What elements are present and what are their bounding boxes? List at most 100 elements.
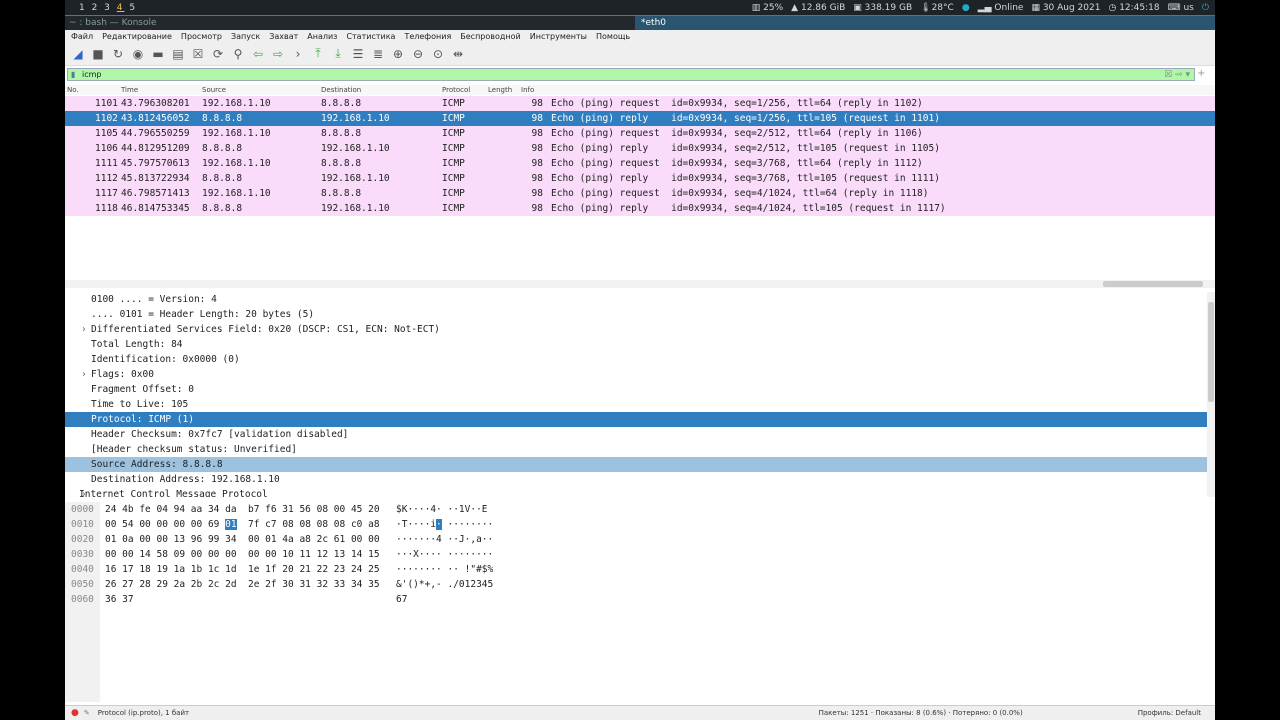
- detail-line[interactable]: Source Address: 8.8.8.8: [65, 457, 1207, 472]
- hex-ascii-rest: ········: [441, 519, 494, 530]
- restart-icon[interactable]: ↻: [111, 47, 125, 61]
- menu-item[interactable]: Просмотр: [181, 32, 222, 41]
- details-scrollbar[interactable]: [1207, 292, 1215, 497]
- add-filter-button[interactable]: +: [1197, 68, 1205, 79]
- column-header[interactable]: Protocol: [442, 86, 470, 94]
- hex-bytes[interactable]: 24 4b fe 04 94 aa 34 da b7 f6 31 56 08 0…: [105, 502, 380, 517]
- zoom-normal-icon[interactable]: ⊙: [431, 47, 445, 61]
- menu-item[interactable]: Редактирование: [102, 32, 172, 41]
- detail-line[interactable]: [Header checksum status: Unverified]: [65, 442, 1207, 457]
- expert-info-icon[interactable]: ●: [71, 708, 79, 718]
- network-indicator[interactable]: ▂▄ Online: [978, 3, 1024, 13]
- detail-line[interactable]: Protocol: ICMP (1): [65, 412, 1207, 427]
- detail-line[interactable]: Header Checksum: 0x7fc7 [validation disa…: [65, 427, 1207, 442]
- column-header[interactable]: No.: [67, 86, 79, 94]
- detail-line[interactable]: Time to Live: 105: [65, 397, 1207, 412]
- filter-text[interactable]: icmp: [82, 70, 102, 79]
- detail-line[interactable]: Total Length: 84: [65, 337, 1207, 352]
- zoom-out-icon[interactable]: ⊖: [411, 47, 425, 61]
- comment-icon[interactable]: ✎: [84, 709, 90, 717]
- column-header[interactable]: Info: [521, 86, 534, 94]
- packet-cell: 43.796308201: [121, 98, 190, 109]
- horizontal-scrollbar[interactable]: [65, 280, 1215, 288]
- palette-icon[interactable]: ●: [962, 3, 970, 13]
- packet-row[interactable]: 1101 43.796308201 192.168.1.10 8.8.8.8 ICMP 9…: [65, 96, 1215, 111]
- hex-bytes[interactable]: 16 17 18 19 1a 1b 1c 1d 1e 1f 20 21 22 2…: [105, 562, 380, 577]
- detail-line[interactable]: Identification: 0x0000 (0): [65, 352, 1207, 367]
- column-header[interactable]: Length: [488, 86, 512, 94]
- hex-bytes[interactable]: 36 37: [105, 592, 134, 607]
- packet-cell: 8.8.8.8: [321, 158, 362, 169]
- hex-ascii[interactable]: 67: [396, 592, 407, 607]
- close-file-icon[interactable]: ☒: [191, 47, 205, 61]
- packet-list-header: No. Time Source Destination Protocol Length In…: [65, 85, 1215, 95]
- packet-row[interactable]: 1118 46.814753345 8.8.8.8 192.168.1.10 ICMP 9…: [65, 201, 1215, 216]
- search-icon[interactable]: ⚲: [231, 47, 245, 61]
- hex-ascii[interactable]: ·T····i· ········: [396, 517, 493, 532]
- hex-ascii[interactable]: $K····4· ··1V··E: [396, 502, 493, 517]
- open-folder-icon[interactable]: ▬: [151, 47, 165, 61]
- menu-item[interactable]: Статистика: [346, 32, 395, 41]
- hex-bytes[interactable]: 00 00 14 58 09 00 00 00 00 00 10 11 12 1…: [105, 547, 380, 562]
- power-icon[interactable]: ⏻: [1202, 3, 1209, 13]
- last-packet-icon[interactable]: ⤓: [331, 46, 345, 61]
- display-filter-input[interactable]: ▮ icmp ☒ ⇨ ▾: [67, 68, 1195, 81]
- reload-icon[interactable]: ⟳: [211, 47, 225, 61]
- column-header[interactable]: Time: [121, 86, 138, 94]
- menu-item[interactable]: Помощь: [596, 32, 630, 41]
- zoom-in-icon[interactable]: ⊕: [391, 47, 405, 61]
- packet-row[interactable]: 1111 45.797570613 192.168.1.10 8.8.8.8 ICMP 9…: [65, 156, 1215, 171]
- packet-row[interactable]: 1105 44.796550259 192.168.1.10 8.8.8.8 ICMP 9…: [65, 126, 1215, 141]
- wireshark-title[interactable]: *eth0: [635, 16, 1215, 30]
- date-indicator: ▦ 30 Aug 2021: [1031, 2, 1101, 13]
- hex-bytes[interactable]: 00 54 00 00 00 00 69 01 7f c7 08 08 08 0…: [105, 517, 380, 532]
- hex-bytes[interactable]: 26 27 28 29 2a 2b 2c 2d 2e 2f 30 31 32 3…: [105, 577, 380, 592]
- packet-cell: 46.814753345: [121, 203, 190, 214]
- back-arrow-icon[interactable]: ⇦: [251, 47, 265, 61]
- resize-columns-icon[interactable]: ⇹: [451, 47, 465, 61]
- detail-line[interactable]: Destination Address: 192.168.1.10: [65, 472, 1207, 487]
- shark-fin-start-icon[interactable]: ◢: [71, 47, 85, 61]
- konsole-taskbar-item[interactable]: ~ : bash — Konsole: [65, 16, 635, 30]
- hex-ascii[interactable]: ···X···· ········: [396, 547, 493, 562]
- packet-cell: Echo (ping) reply id=0x9934, seq=2/512, …: [551, 143, 940, 154]
- hex-ascii[interactable]: ·······4 ··J·,a··: [396, 532, 493, 547]
- menu-item[interactable]: Анализ: [307, 32, 337, 41]
- colorize-icon[interactable]: ≣: [371, 47, 385, 61]
- detail-line[interactable]: 0100 .... = Version: 4: [65, 292, 1207, 307]
- stop-icon[interactable]: ■: [91, 47, 105, 61]
- detail-line[interactable]: Flags: 0x00: [65, 367, 1207, 382]
- menu-item[interactable]: Телефония: [404, 32, 451, 41]
- menu-item[interactable]: Беспроводной: [460, 32, 520, 41]
- column-header[interactable]: Destination: [321, 86, 361, 94]
- hex-ascii[interactable]: &'()*+,- ./012345: [396, 577, 493, 592]
- menu-item[interactable]: Запуск: [231, 32, 260, 41]
- packet-row[interactable]: 1112 45.813722934 8.8.8.8 192.168.1.10 ICMP 9…: [65, 171, 1215, 186]
- autoscroll-icon[interactable]: ☰: [351, 47, 365, 61]
- packet-row[interactable]: 1117 46.798571413 192.168.1.10 8.8.8.8 ICMP 9…: [65, 186, 1215, 201]
- status-profile[interactable]: Профиль: Default: [1138, 709, 1201, 717]
- hex-ascii[interactable]: ········ ·· !"#$%: [396, 562, 493, 577]
- save-file-icon[interactable]: ▤: [171, 47, 185, 61]
- go-to-packet-icon[interactable]: ›: [291, 47, 305, 61]
- workspace-switcher[interactable]: 1 2 3 4 5: [79, 3, 137, 13]
- keyboard-layout[interactable]: ⌨ us: [1168, 3, 1194, 13]
- menu-item[interactable]: Файл: [71, 32, 93, 41]
- menu-item[interactable]: Захват: [269, 32, 298, 41]
- menu-item[interactable]: Инструменты: [530, 32, 587, 41]
- detail-line[interactable]: .... 0101 = Header Length: 20 bytes (5): [65, 307, 1207, 322]
- first-packet-icon[interactable]: ⤒: [311, 46, 325, 61]
- bookmark-icon[interactable]: ▮: [71, 70, 75, 79]
- packet-row[interactable]: 1106 44.812951209 8.8.8.8 192.168.1.10 ICMP 9…: [65, 141, 1215, 156]
- options-gear-icon[interactable]: ◉: [131, 47, 145, 61]
- clear-filter-icon[interactable]: ☒ ⇨ ▾: [1164, 70, 1194, 80]
- packet-cell: ICMP: [442, 203, 465, 214]
- detail-line[interactable]: Differentiated Services Field: 0x20 (DSC…: [65, 322, 1207, 337]
- packet-row[interactable]: 1102 43.812456052 8.8.8.8 192.168.1.10 ICMP 9…: [65, 111, 1215, 126]
- hex-bytes[interactable]: 01 0a 00 00 13 96 99 34 00 01 4a a8 2c 6…: [105, 532, 380, 547]
- forward-arrow-icon[interactable]: ⇨: [271, 47, 285, 61]
- selected-byte[interactable]: 01: [225, 519, 237, 530]
- detail-line[interactable]: Fragment Offset: 0: [65, 382, 1207, 397]
- column-header[interactable]: Source: [202, 86, 226, 94]
- detail-line[interactable]: Internet Control Message Protocol: [65, 487, 1207, 497]
